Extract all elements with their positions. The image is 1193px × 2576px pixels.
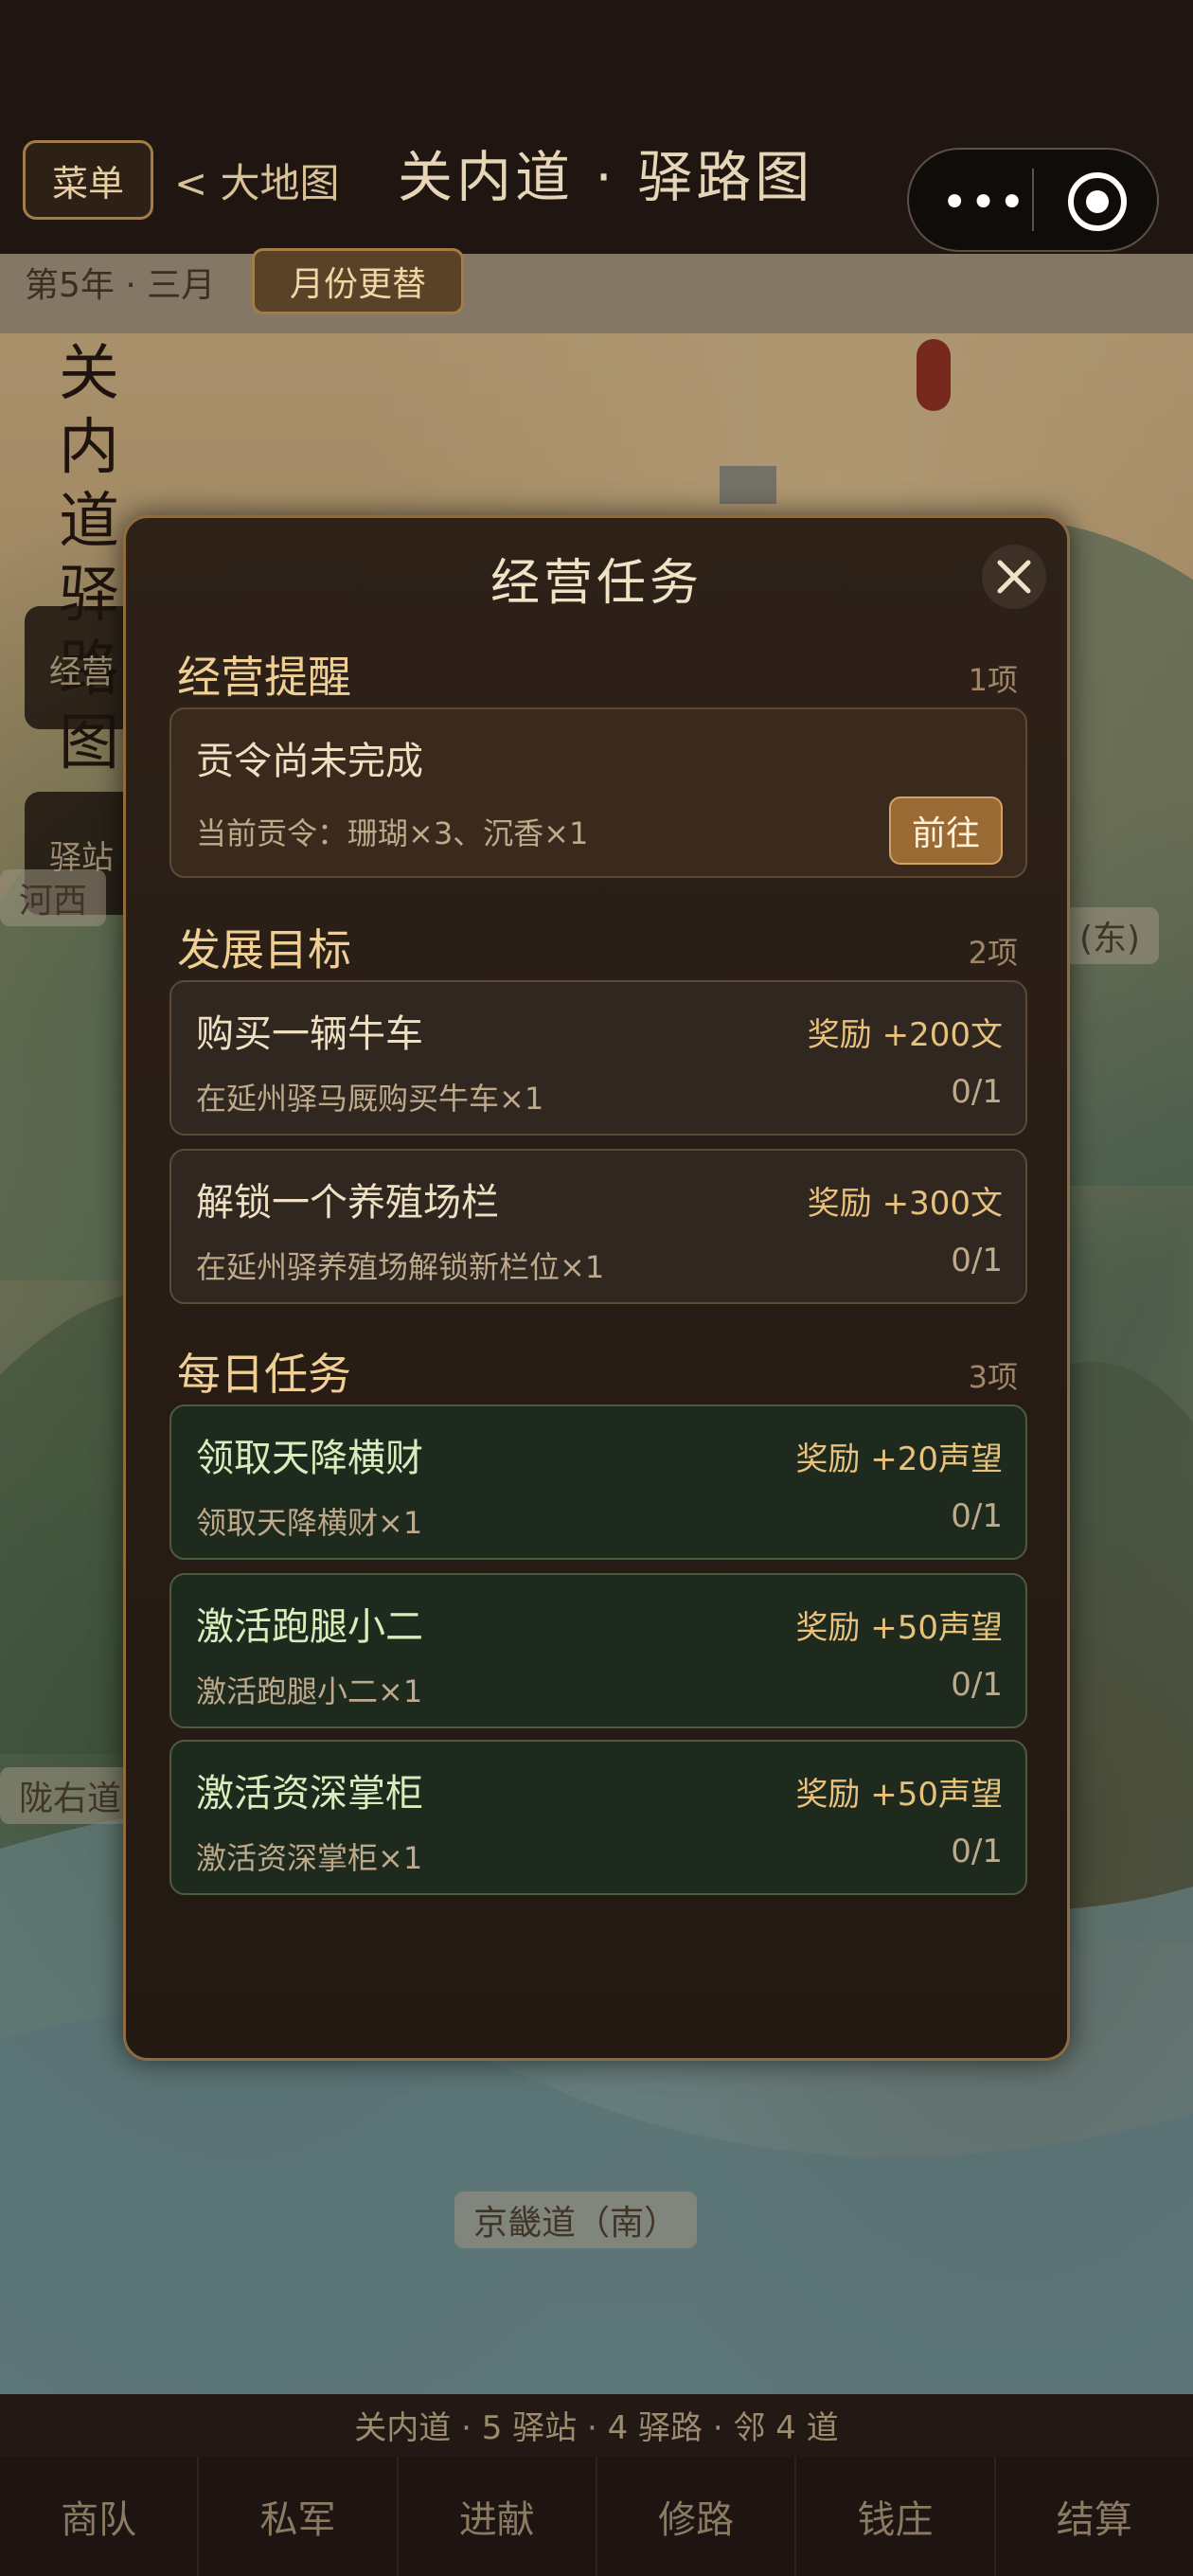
section-title-daily: 每日任务	[177, 1349, 351, 1400]
close-target-icon[interactable]	[1068, 172, 1127, 231]
task-description: 激活资深掌柜×1	[196, 1840, 423, 1876]
close-button[interactable]	[982, 545, 1046, 609]
more-icon[interactable]: •••	[941, 176, 1027, 229]
tab-tribute[interactable]: 进献	[399, 2457, 597, 2576]
task-title: 激活资深掌柜	[196, 1772, 423, 1816]
task-progress: 0/1	[951, 1073, 1003, 1111]
capsule-divider	[1032, 169, 1034, 231]
task-description: 在延州驿养殖场解锁新栏位×1	[196, 1249, 605, 1285]
task-description: 激活跑腿小二×1	[196, 1673, 423, 1709]
tab-bank[interactable]: 钱庄	[796, 2457, 996, 2576]
mini-program-capsule: •••	[907, 148, 1159, 252]
section-title-reminder: 经营提醒	[177, 652, 351, 703]
task-reward: 奖励 +20声望	[795, 1440, 1003, 1478]
modal-title: 经营任务	[490, 555, 703, 612]
task-progress: 0/1	[951, 1497, 1003, 1535]
section-count-reminder: 1项	[968, 662, 1018, 698]
task-description: 领取天降横财×1	[196, 1505, 423, 1541]
task-card-tribute: 贡令尚未完成 当前贡令：珊瑚×3、沉香×1 前往	[169, 707, 1027, 878]
task-description: 当前贡令：珊瑚×3、沉香×1	[196, 815, 589, 851]
current-date: 第5年 · 三月	[25, 266, 216, 305]
close-icon	[997, 560, 1031, 594]
task-reward: 奖励 +50声望	[795, 1609, 1003, 1647]
task-card-errand-boy[interactable]: 激活跑腿小二 奖励 +50声望 激活跑腿小二×1 0/1	[169, 1573, 1027, 1728]
task-progress: 0/1	[951, 1242, 1003, 1279]
task-card-windfall[interactable]: 领取天降横财 奖励 +20声望 领取天降横财×1 0/1	[169, 1404, 1027, 1560]
tab-caravan[interactable]: 商队	[0, 2457, 200, 2576]
task-title: 激活跑腿小二	[196, 1605, 423, 1649]
task-reward: 奖励 +300文	[807, 1185, 1003, 1223]
task-card-buy-oxcart[interactable]: 购买一辆牛车 奖励 +200文 在延州驿马厩购买牛车×1 0/1	[169, 980, 1027, 1136]
task-title: 解锁一个养殖场栏	[196, 1181, 499, 1225]
advance-month-button[interactable]: 月份更替	[252, 248, 464, 314]
section-count-goals: 2项	[968, 935, 1018, 971]
tab-private-army[interactable]: 私军	[199, 2457, 399, 2576]
section-count-daily: 3项	[968, 1359, 1018, 1395]
task-title: 领取天降横财	[196, 1437, 423, 1480]
task-reward: 奖励 +200文	[807, 1016, 1003, 1054]
tab-settlement[interactable]: 结算	[996, 2457, 1193, 2576]
back-to-world-map-link[interactable]: < 大地图	[174, 152, 340, 209]
task-card-unlock-pen[interactable]: 解锁一个养殖场栏 奖励 +300文 在延州驿养殖场解锁新栏位×1 0/1	[169, 1149, 1027, 1304]
section-title-goals: 发展目标	[177, 924, 351, 975]
task-card-senior-manager[interactable]: 激活资深掌柜 奖励 +50声望 激活资深掌柜×1 0/1	[169, 1740, 1027, 1895]
page-title: 关内道 · 驿路图	[398, 145, 814, 209]
region-stats: 关内道 · 5 驿站 · 4 驿路 · 邻 4 道	[354, 2409, 839, 2447]
task-progress: 0/1	[951, 1666, 1003, 1704]
go-button[interactable]: 前往	[889, 796, 1003, 865]
task-title: 购买一辆牛车	[196, 1012, 423, 1056]
bottom-tab-bar: 商队 私军 进献 修路 钱庄 结算	[0, 2457, 1193, 2576]
tab-build-road[interactable]: 修路	[597, 2457, 797, 2576]
task-reward: 奖励 +50声望	[795, 1776, 1003, 1814]
business-tasks-modal: 经营任务 经营提醒 1项 贡令尚未完成 当前贡令：珊瑚×3、沉香×1 前往 发展…	[123, 515, 1070, 2061]
menu-button[interactable]: 菜单	[23, 140, 153, 220]
task-title: 贡令尚未完成	[196, 740, 423, 783]
task-progress: 0/1	[951, 1833, 1003, 1870]
task-description: 在延州驿马厩购买牛车×1	[196, 1081, 544, 1117]
